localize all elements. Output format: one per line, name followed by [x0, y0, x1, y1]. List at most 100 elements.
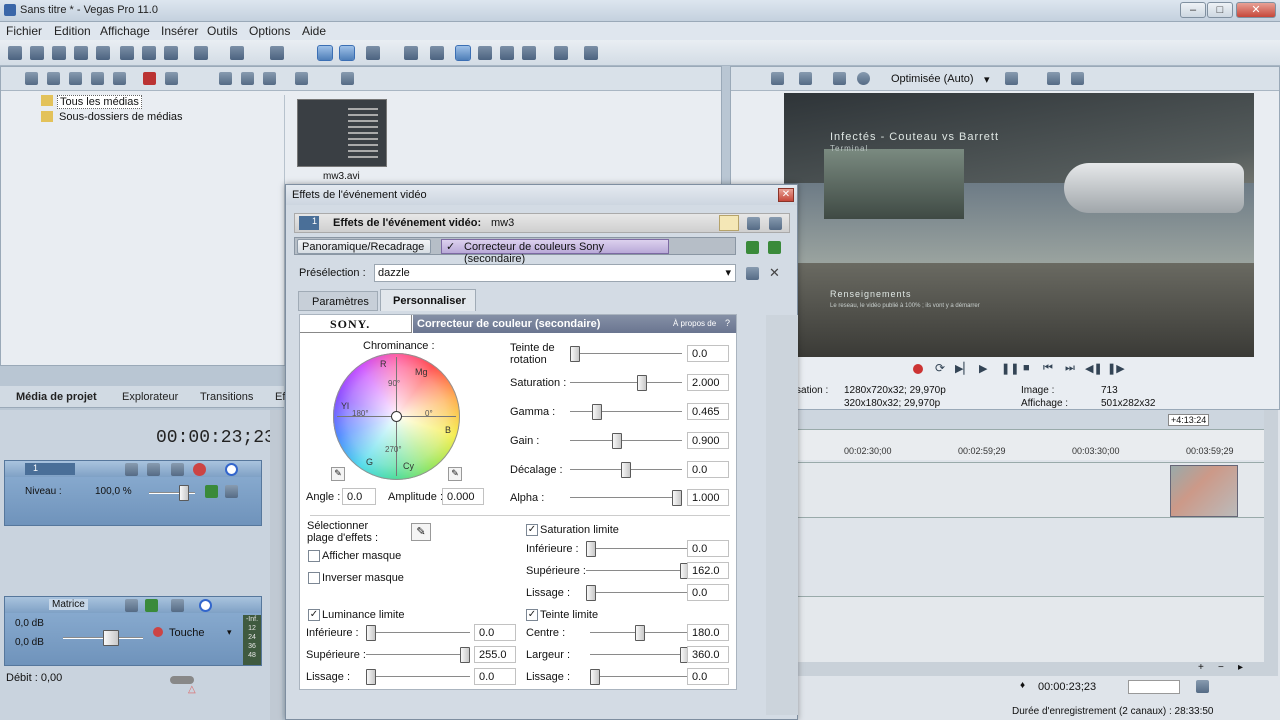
volume-slider[interactable]: [63, 630, 143, 646]
expand-icon[interactable]: [225, 485, 238, 498]
web-media-icon[interactable]: [91, 72, 104, 85]
checkmark-icon[interactable]: ✓: [446, 240, 455, 253]
tab-transitions[interactable]: Transitions: [200, 391, 253, 403]
selection-icon[interactable]: [1196, 680, 1209, 693]
chain-item-sony-color-corrector[interactable]: Correcteur de couleurs Sony (secondaire)…: [441, 239, 669, 265]
help-pointer-icon[interactable]: [584, 46, 598, 60]
play-icon[interactable]: ▶: [979, 362, 987, 375]
hue-center-slider-thumb[interactable]: [635, 625, 645, 641]
go-to-start-icon[interactable]: ⏮: [1043, 362, 1053, 375]
arm-record-icon[interactable]: [153, 627, 163, 637]
menu-fichier[interactable]: Fichier: [6, 24, 42, 38]
audio-mute-icon[interactable]: [199, 599, 212, 612]
gamma-slider-thumb[interactable]: [592, 404, 602, 420]
saturation-smoothness-slider[interactable]: [586, 585, 690, 601]
luminance-lower-field[interactable]: 0.0: [474, 624, 516, 641]
previous-frame-icon[interactable]: ◀❚: [1085, 362, 1103, 375]
media-properties-icon[interactable]: [165, 72, 178, 85]
zoom-out-icon[interactable]: −: [1218, 662, 1224, 673]
save-icon[interactable]: [52, 46, 66, 60]
save-snapshot-icon[interactable]: [1071, 72, 1084, 85]
saturation-lower-slider[interactable]: [586, 541, 690, 557]
hue-limit-checkbox[interactable]: ✓: [526, 609, 538, 621]
tab-parameters[interactable]: Paramètres: [298, 291, 378, 311]
normal-edit-tool-icon[interactable]: [455, 45, 471, 61]
menu-affichage[interactable]: Affichage: [100, 24, 150, 38]
chevron-down-icon[interactable]: ▾: [984, 73, 990, 86]
zoom-tool-icon[interactable]: [522, 46, 536, 60]
angle-field[interactable]: 0.0: [342, 488, 376, 505]
saturation-field[interactable]: 2.000: [687, 374, 729, 391]
menu-aide[interactable]: Aide: [302, 24, 326, 38]
tree-item-all-media[interactable]: Tous les médias: [57, 95, 142, 109]
view-double-icon[interactable]: [747, 217, 760, 230]
chain-item-pan-crop[interactable]: Panoramique/Recadrage: [297, 239, 431, 254]
amplitude-field[interactable]: 0.000: [442, 488, 484, 505]
delete-preset-icon[interactable]: ✕: [769, 265, 780, 281]
hue-width-field[interactable]: 360.0: [687, 646, 729, 663]
redo-icon[interactable]: [270, 46, 284, 60]
track-motion-icon[interactable]: [125, 463, 138, 476]
close-button[interactable]: ✕: [1236, 2, 1276, 18]
alpha-field[interactable]: 1.000: [687, 489, 729, 506]
wheel-center-handle[interactable]: [391, 411, 402, 422]
remove-media-icon[interactable]: [143, 72, 156, 85]
luminance-upper-slider-thumb[interactable]: [460, 647, 470, 663]
video-event[interactable]: [1170, 465, 1238, 517]
hue-smoothness-slider[interactable]: [590, 669, 690, 685]
saturation-limit-checkbox[interactable]: ✓: [526, 524, 538, 536]
saturation-lower-slider-thumb[interactable]: [586, 541, 596, 557]
stop-preview-icon[interactable]: [241, 72, 254, 85]
scripting-icon[interactable]: [554, 46, 568, 60]
hue-center-slider[interactable]: [590, 625, 690, 641]
tab-customize[interactable]: Personnaliser: [380, 289, 476, 311]
audio-settings-icon[interactable]: [171, 599, 184, 612]
help-link[interactable]: ?: [725, 318, 730, 328]
view-single-icon[interactable]: [719, 215, 739, 231]
alpha-slider[interactable]: [570, 490, 682, 506]
tree-item-subfolders[interactable]: Sous-dossiers de médias: [59, 111, 183, 123]
luminance-upper-field[interactable]: 255.0: [474, 646, 516, 663]
offset-slider[interactable]: [570, 462, 682, 478]
show-mask-checkbox[interactable]: [308, 550, 320, 562]
saturation-smoothness-field[interactable]: 0.0: [687, 584, 729, 601]
gain-slider-thumb[interactable]: [612, 433, 622, 449]
vertical-scrollbar[interactable]: [1264, 410, 1278, 676]
eyedropper-icon[interactable]: ✎: [448, 467, 462, 481]
mute-icon[interactable]: [193, 463, 206, 476]
media-thumbnail[interactable]: [297, 99, 387, 167]
menu-options[interactable]: Options: [249, 24, 290, 38]
play-from-start-icon[interactable]: ▶▏: [955, 362, 972, 375]
tab-project-media[interactable]: Média de projet: [16, 391, 97, 403]
chevron-down-icon[interactable]: ▾: [227, 627, 232, 638]
invert-mask-checkbox[interactable]: [308, 572, 320, 584]
video-fx-icon[interactable]: [833, 72, 846, 85]
luminance-lower-slider[interactable]: [366, 625, 470, 641]
track-fx-chain-icon[interactable]: [205, 485, 218, 498]
menu-edition[interactable]: Edition: [54, 24, 91, 38]
level-slider-thumb[interactable]: [179, 485, 189, 501]
record-icon[interactable]: [913, 364, 923, 374]
luminance-limit-checkbox[interactable]: ✓: [308, 609, 320, 621]
hue-smoothness-slider-thumb[interactable]: [590, 669, 600, 685]
open-icon[interactable]: [30, 46, 44, 60]
next-frame-icon[interactable]: ❚▶: [1107, 362, 1125, 375]
project-properties-icon[interactable]: [771, 72, 784, 85]
autoripple-icon[interactable]: [339, 45, 355, 61]
pause-icon[interactable]: ❚❚: [1001, 362, 1019, 375]
gamma-field[interactable]: 0.465: [687, 403, 729, 420]
loop-icon[interactable]: ⟳: [935, 361, 945, 375]
preset-select[interactable]: dazzle ▾: [374, 264, 736, 282]
play-preview-icon[interactable]: [219, 72, 232, 85]
overlays-icon[interactable]: [1005, 72, 1018, 85]
save-preset-icon[interactable]: [746, 267, 759, 280]
menu-inserer[interactable]: Insérer: [161, 24, 198, 38]
luminance-smoothness-field[interactable]: 0.0: [474, 668, 516, 685]
video-track-lane[interactable]: [798, 462, 1264, 518]
views-icon[interactable]: [295, 72, 308, 85]
offset-field[interactable]: 0.0: [687, 461, 729, 478]
hue-width-slider[interactable]: [590, 647, 690, 663]
copy-icon[interactable]: [142, 46, 156, 60]
get-media-icon[interactable]: [69, 72, 82, 85]
external-monitor-icon[interactable]: [799, 72, 812, 85]
